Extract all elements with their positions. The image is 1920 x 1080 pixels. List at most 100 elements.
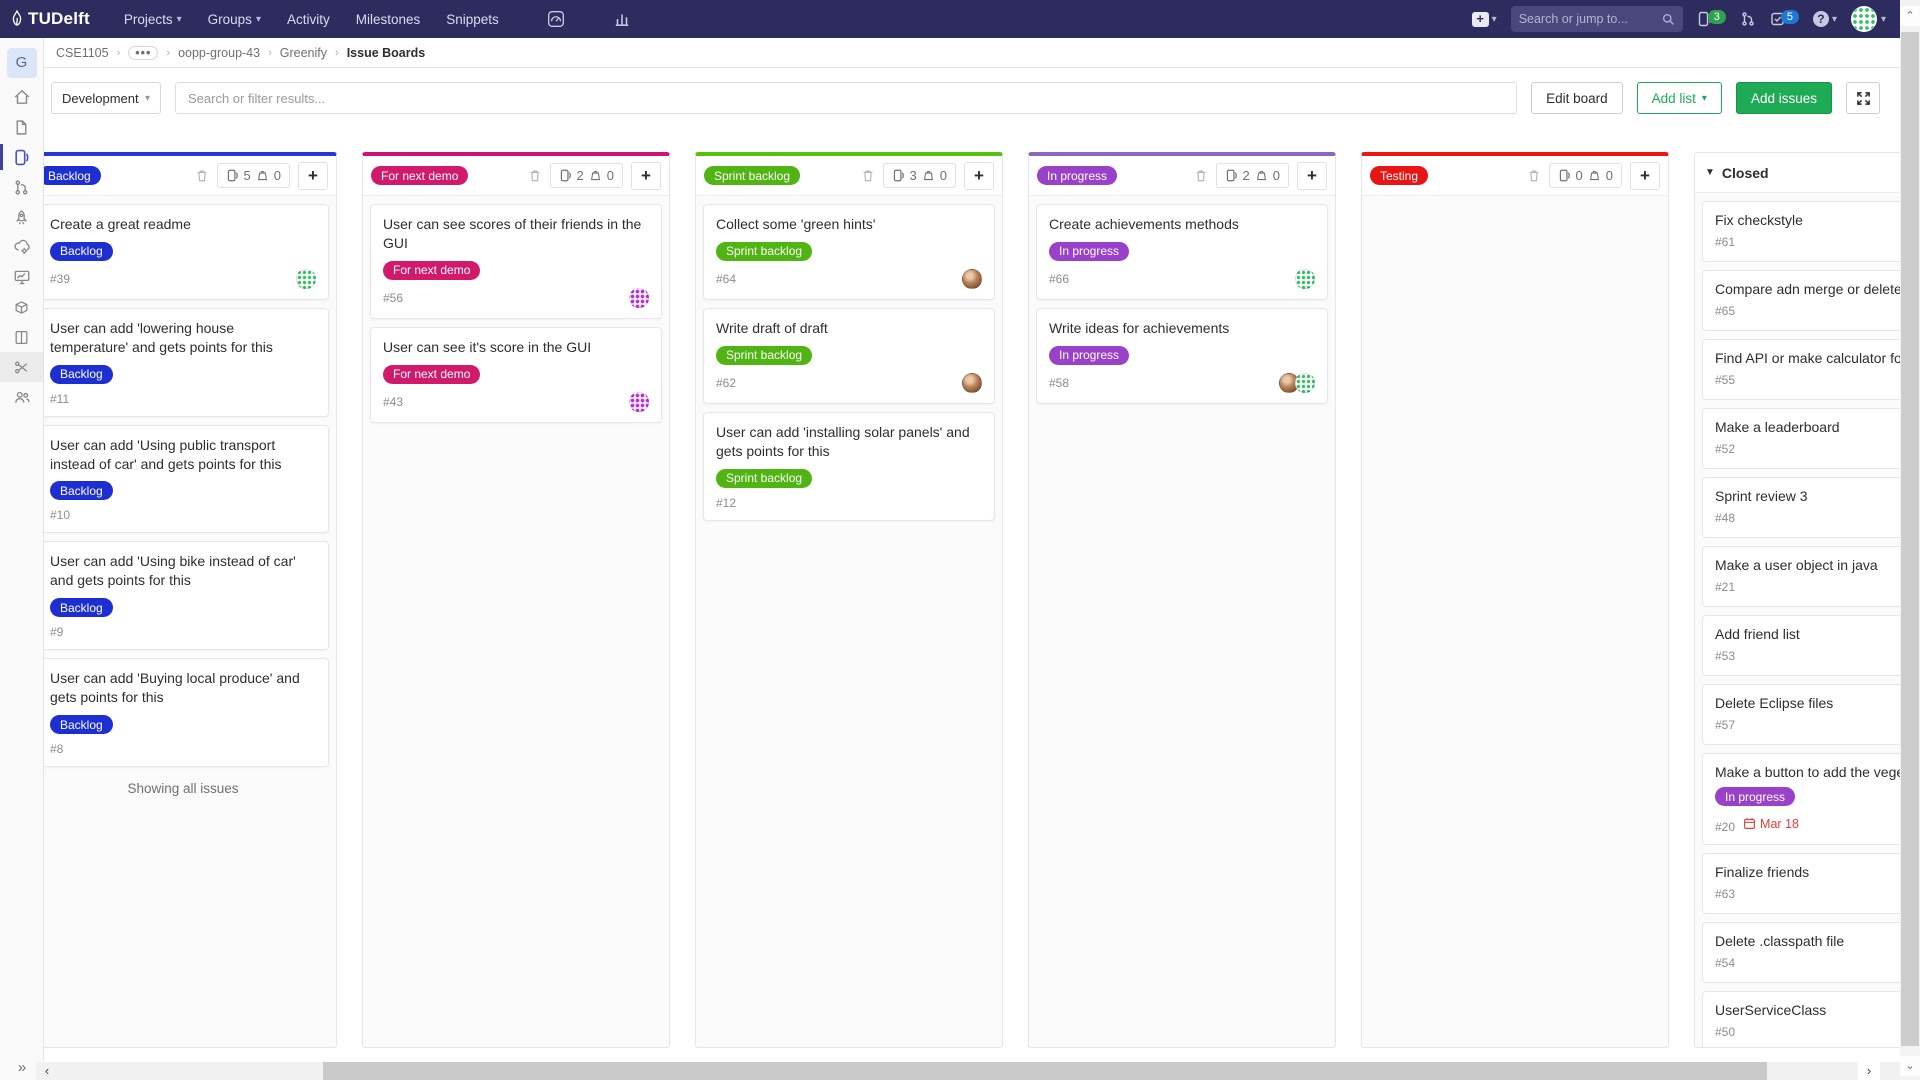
edit-board-button[interactable]: Edit board (1531, 82, 1623, 114)
issue-label[interactable]: For next demo (383, 365, 480, 384)
scroll-left-arrow[interactable]: ‹ (36, 1062, 58, 1080)
filter-search-input[interactable] (175, 82, 1517, 114)
vertical-scrollbar-thumb[interactable] (1901, 32, 1919, 1046)
nav-activity[interactable]: Activity (287, 12, 330, 27)
gauge-icon[interactable] (547, 10, 565, 28)
nav-groups[interactable]: Groups▾ (208, 12, 261, 27)
issue-card[interactable]: Finalize friends #63 (1702, 853, 1900, 914)
issue-card[interactable]: Sprint review 3 #48 (1702, 477, 1900, 538)
issue-card[interactable]: Delete Eclipse files #57 (1702, 684, 1900, 745)
nav-snippets[interactable]: Snippets (446, 12, 499, 27)
add-issue-to-list-button[interactable]: + (1297, 162, 1327, 190)
merge-request-icon[interactable] (1740, 11, 1756, 27)
issue-card[interactable]: Make a leaderboard #52 (1702, 408, 1900, 469)
issue-card[interactable]: User can add 'Buying local produce' and … (44, 658, 329, 767)
issue-card[interactable]: Delete .classpath file #54 (1702, 922, 1900, 983)
breadcrumb-ellipsis-button[interactable]: ••• (128, 46, 158, 60)
issue-card[interactable]: User can add 'Using public transport ins… (44, 425, 329, 534)
delete-list-icon[interactable] (195, 168, 209, 183)
issue-card[interactable]: Collect some 'green hints' Sprint backlo… (703, 204, 995, 300)
sidebar-item-merge-requests[interactable] (0, 172, 43, 202)
issue-title: User can add 'Buying local produce' and … (50, 669, 316, 707)
issue-label[interactable]: Sprint backlog (716, 242, 812, 261)
issue-card[interactable]: UserServiceClass #50 (1702, 991, 1900, 1047)
vertical-scrollbar[interactable]: ⌃ ⌄ (1900, 0, 1920, 1080)
breadcrumb-group[interactable]: CSE1105 (56, 46, 109, 60)
issue-card[interactable]: User can add 'lowering house temperature… (44, 308, 329, 417)
issue-label[interactable]: In progress (1049, 242, 1129, 261)
new-menu-button[interactable]: + ▾ (1472, 12, 1497, 27)
add-issue-to-list-button[interactable]: + (1630, 162, 1660, 190)
scroll-down-arrow[interactable]: ⌄ (1900, 1056, 1920, 1076)
issue-card[interactable]: Make a user object in java #21 (1702, 546, 1900, 607)
list-label: Testing (1370, 166, 1428, 185)
issue-label[interactable]: Sprint backlog (716, 469, 812, 488)
delete-list-icon[interactable] (1527, 168, 1541, 183)
add-issue-to-list-button[interactable]: + (298, 162, 328, 190)
issue-card[interactable]: Fix checkstyle #61 (1702, 201, 1900, 262)
sidebar-item-snippets[interactable] (0, 352, 43, 382)
user-menu[interactable]: ▾ (1851, 6, 1886, 32)
nav-issues-button[interactable]: 3 (1697, 11, 1726, 27)
issues-count-badge: 3 (1708, 10, 1726, 24)
project-avatar[interactable]: G (7, 48, 37, 78)
sidebar-item-members[interactable] (0, 382, 43, 412)
sidebar-item-packages[interactable] (0, 292, 43, 322)
issue-card[interactable]: Create achievements methods In progress … (1036, 204, 1328, 300)
delete-list-icon[interactable] (861, 168, 875, 183)
issue-card[interactable]: Make a button to add the vegetarian In p… (1702, 753, 1900, 845)
issue-id: #65 (1715, 304, 1735, 318)
issue-label[interactable]: Backlog (50, 365, 113, 384)
issue-card[interactable]: Write draft of draft Sprint backlog #62 (703, 308, 995, 404)
issue-card[interactable]: User can add 'installing solar panels' a… (703, 412, 995, 521)
stats-icon[interactable] (613, 10, 631, 28)
sidebar-item-repository[interactable] (0, 112, 43, 142)
list-header[interactable]: ▼ Closed (1695, 153, 1900, 193)
issue-label[interactable]: In progress (1715, 787, 1795, 806)
delete-list-icon[interactable] (1194, 168, 1208, 183)
nav-projects[interactable]: Projects▾ (124, 12, 182, 27)
global-search-input[interactable] (1519, 12, 1662, 26)
horizontal-scrollbar[interactable]: ‹ › (36, 1062, 1900, 1080)
add-issues-button[interactable]: Add issues (1736, 82, 1832, 114)
scissors-icon (13, 359, 30, 376)
issue-card[interactable]: User can add 'Using bike instead of car'… (44, 541, 329, 650)
add-issue-to-list-button[interactable]: + (631, 162, 661, 190)
sidebar-item-cicd[interactable] (0, 202, 43, 232)
add-issue-to-list-button[interactable]: + (964, 162, 994, 190)
add-list-button[interactable]: Add list▾ (1637, 82, 1722, 114)
issue-card[interactable]: Create a great readme Backlog #39 (44, 204, 329, 300)
sidebar-item-issues[interactable] (0, 142, 43, 172)
issue-label[interactable]: Backlog (50, 598, 113, 617)
todos-button[interactable]: 5 (1770, 11, 1799, 27)
issue-label[interactable]: Backlog (50, 481, 113, 500)
horizontal-scrollbar-thumb[interactable] (323, 1062, 1767, 1080)
sidebar-item-wiki[interactable] (0, 322, 43, 352)
delete-list-icon[interactable] (528, 168, 542, 183)
issue-card[interactable]: Add friend list #53 (1702, 615, 1900, 676)
sidebar-item-operations[interactable] (0, 232, 43, 262)
chevron-down-icon: ▾ (1492, 14, 1497, 25)
issue-card[interactable]: User can see it's score in the GUI For n… (370, 327, 662, 423)
issue-label[interactable]: For next demo (383, 261, 480, 280)
breadcrumb-project[interactable]: Greenify (280, 46, 327, 60)
issue-card[interactable]: Compare adn merge or delete old b #65 (1702, 270, 1900, 331)
issue-label[interactable]: Backlog (50, 242, 113, 261)
issue-label[interactable]: Sprint backlog (716, 346, 812, 365)
issue-card[interactable]: User can see scores of their friends in … (370, 204, 662, 319)
sidebar-item-monitor[interactable] (0, 262, 43, 292)
issue-label[interactable]: Backlog (50, 715, 113, 734)
issue-card[interactable]: Write ideas for achievements In progress… (1036, 308, 1328, 404)
issue-label[interactable]: In progress (1049, 346, 1129, 365)
help-menu[interactable]: ? ▾ (1813, 11, 1837, 27)
breadcrumb-subgroup[interactable]: oopp-group-43 (178, 46, 260, 60)
board-list-testing: Testing 0 0 + (1361, 152, 1669, 1048)
issue-card[interactable]: Find API or make calculator for CO2 #55 (1702, 339, 1900, 400)
scroll-up-arrow[interactable]: ⌃ (1900, 6, 1920, 26)
scroll-right-arrow[interactable]: › (1858, 1062, 1880, 1080)
board-switcher-select[interactable]: Development ▾ (51, 82, 161, 114)
sidebar-item-home[interactable] (0, 82, 43, 112)
tudelft-logo[interactable]: TUDelft (10, 9, 90, 29)
nav-milestones[interactable]: Milestones (356, 12, 421, 27)
fullscreen-button[interactable] (1846, 82, 1880, 114)
